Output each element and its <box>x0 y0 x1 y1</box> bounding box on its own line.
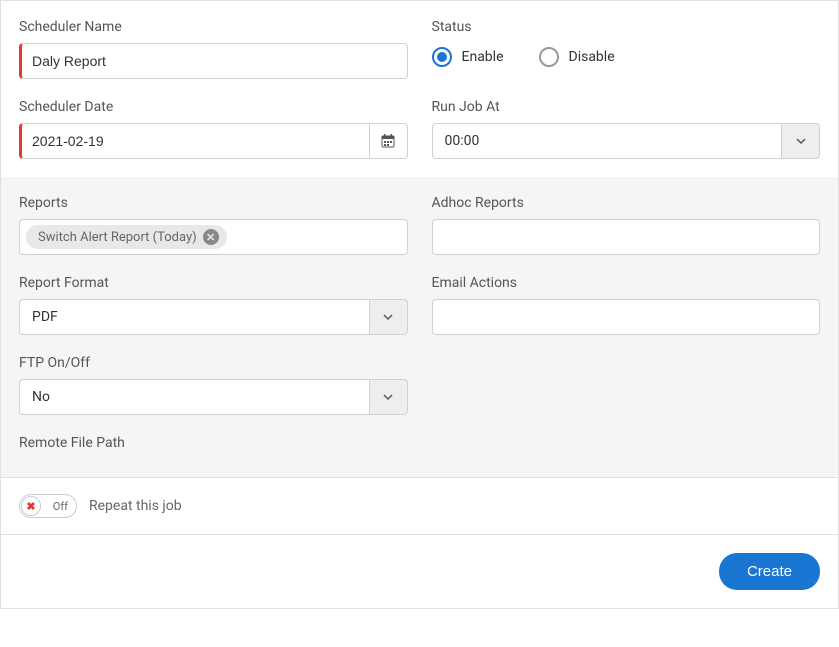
status-disable-label: Disable <box>569 49 615 65</box>
remote-file-path-label: Remote File Path <box>19 435 408 451</box>
scheduler-date-label: Scheduler Date <box>19 99 408 115</box>
status-enable-label: Enable <box>462 49 504 65</box>
run-job-at-label: Run Job At <box>432 99 821 115</box>
adhoc-reports-label: Adhoc Reports <box>432 195 821 211</box>
calendar-button[interactable] <box>370 123 408 159</box>
reports-input[interactable]: Switch Alert Report (Today) ✕ <box>19 219 408 255</box>
toggle-knob: ✖ <box>21 496 41 516</box>
scheduler-name-input[interactable] <box>19 43 408 79</box>
status-enable-radio[interactable]: Enable <box>432 47 504 67</box>
tag-remove-icon[interactable]: ✕ <box>203 229 219 245</box>
calendar-icon <box>381 134 395 148</box>
reports-label: Reports <box>19 195 408 211</box>
chevron-down-icon <box>383 392 393 402</box>
ftp-onoff-dropdown-button[interactable] <box>370 379 408 415</box>
report-tag-label: Switch Alert Report (Today) <box>38 230 197 245</box>
report-tag: Switch Alert Report (Today) ✕ <box>26 225 227 249</box>
status-label: Status <box>432 19 821 35</box>
email-actions-label: Email Actions <box>432 275 821 291</box>
status-radio-group: Enable Disable <box>432 43 821 67</box>
radio-dot-icon <box>437 52 447 62</box>
create-button[interactable]: Create <box>719 553 820 590</box>
x-icon: ✖ <box>26 501 35 512</box>
toggle-off-label: Off <box>53 500 68 513</box>
repeat-job-toggle[interactable]: ✖ Off <box>19 494 77 518</box>
status-disable-radio[interactable]: Disable <box>539 47 615 67</box>
adhoc-reports-input[interactable] <box>432 219 821 255</box>
email-actions-input[interactable] <box>432 299 821 335</box>
scheduler-date-input[interactable] <box>19 123 370 159</box>
repeat-job-label: Repeat this job <box>89 498 182 514</box>
report-format-label: Report Format <box>19 275 408 291</box>
radio-circle-icon <box>539 47 559 67</box>
ftp-onoff-select[interactable]: No <box>19 379 370 415</box>
radio-circle-icon <box>432 47 452 67</box>
report-format-select[interactable]: PDF <box>19 299 370 335</box>
report-format-dropdown-button[interactable] <box>370 299 408 335</box>
ftp-onoff-label: FTP On/Off <box>19 355 408 371</box>
run-job-at-dropdown-button[interactable] <box>782 123 820 159</box>
chevron-down-icon <box>796 136 806 146</box>
run-job-at-select[interactable]: 00:00 <box>432 123 783 159</box>
chevron-down-icon <box>383 312 393 322</box>
scheduler-name-label: Scheduler Name <box>19 19 408 35</box>
